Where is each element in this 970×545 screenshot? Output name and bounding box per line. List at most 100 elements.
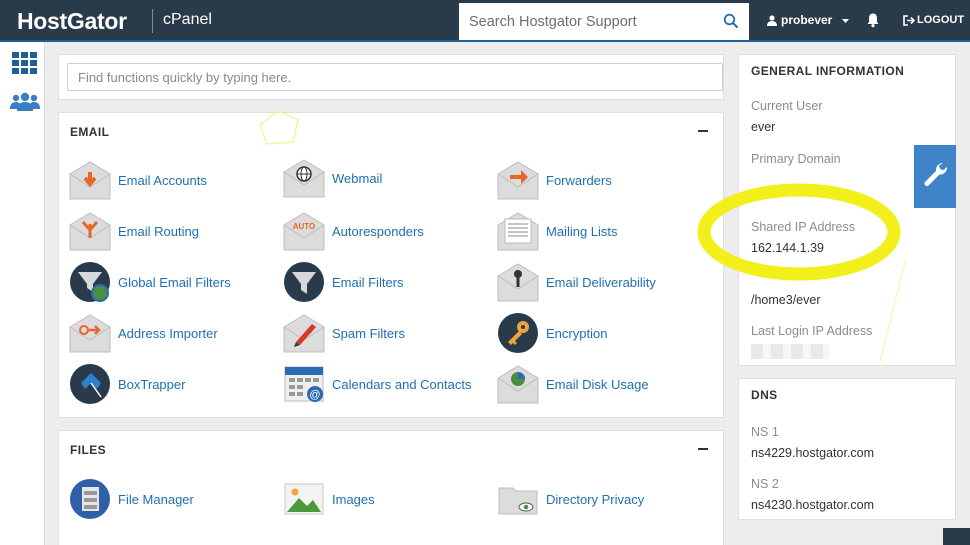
images-icon: [284, 483, 324, 515]
global-email-filters-label: Global Email Filters: [118, 274, 231, 290]
webmail-label: Webmail: [332, 170, 383, 186]
autoresponders-item[interactable]: AUTO Autoresponders: [283, 209, 493, 253]
files-section-title: FILES: [70, 443, 107, 457]
email-routing-item[interactable]: Email Routing: [69, 209, 279, 253]
encryption-icon: [498, 313, 538, 353]
ns1-value: ns4229.hostgator.com: [751, 446, 874, 460]
forwarders-icon: [497, 161, 539, 200]
email-panel: EMAIL Email Accounts Webmail Forwarders …: [58, 112, 724, 418]
caret-down-icon: [842, 19, 850, 23]
ns2-value: ns4230.hostgator.com: [751, 498, 874, 512]
boxtrapper-label: BoxTrapper: [118, 376, 186, 392]
current-user-label: Current User: [751, 99, 823, 113]
calendars-contacts-item[interactable]: @ Calendars and Contacts: [283, 362, 493, 406]
autoresponders-icon: AUTO: [283, 212, 325, 251]
support-search: [459, 3, 749, 40]
apps-grid-icon[interactable]: [12, 52, 37, 74]
file-manager-icon: [70, 479, 110, 519]
email-collapse-button[interactable]: [698, 130, 708, 132]
general-information-title: GENERAL INFORMATION: [751, 64, 905, 78]
email-accounts-icon: [69, 161, 111, 200]
boxtrapper-item[interactable]: BoxTrapper: [69, 362, 279, 406]
general-information-panel: GENERAL INFORMATION Current User ever Pr…: [738, 54, 956, 366]
email-disk-usage-item[interactable]: Email Disk Usage: [497, 362, 707, 406]
svg-text:@: @: [309, 389, 320, 401]
email-filters-icon: [284, 262, 324, 302]
logo-divider: [152, 9, 153, 33]
username: probever: [781, 13, 833, 27]
current-user-value: ever: [751, 120, 776, 134]
directory-privacy-icon: [498, 487, 538, 515]
email-deliverability-label: Email Deliverability: [546, 274, 656, 290]
user-icon: [767, 14, 777, 26]
files-panel: FILES File Manager Images Directory Priv…: [58, 430, 724, 545]
email-accounts-item[interactable]: Email Accounts: [69, 158, 279, 202]
logout-label: LOGOUT: [917, 14, 965, 26]
email-filters-label: Email Filters: [332, 274, 404, 290]
email-deliverability-item[interactable]: Email Deliverability: [497, 260, 707, 304]
users-icon[interactable]: [10, 92, 40, 112]
spam-filters-item[interactable]: Spam Filters: [283, 311, 493, 355]
hostgator-logo[interactable]: HostGator: [17, 8, 127, 35]
webmail-icon: [283, 159, 325, 198]
email-routing-icon: [69, 212, 111, 251]
tools-tab[interactable]: [914, 145, 956, 208]
last-login-ip-label: Last Login IP Address: [751, 324, 873, 338]
search-icon[interactable]: [723, 13, 739, 29]
shared-ip-value: 162.144.1.39: [751, 241, 824, 255]
email-filters-item[interactable]: Email Filters: [283, 260, 493, 304]
global-email-filters-item[interactable]: Global Email Filters: [69, 260, 279, 304]
auto-icon-text: AUTO: [293, 222, 316, 231]
ns1-label: NS 1: [751, 425, 779, 439]
corner-widget[interactable]: [943, 528, 970, 545]
webmail-item[interactable]: Webmail: [283, 156, 493, 200]
email-section-title: EMAIL: [70, 125, 110, 139]
spam-filters-label: Spam Filters: [332, 325, 405, 341]
address-importer-label: Address Importer: [118, 325, 218, 341]
address-importer-item[interactable]: Address Importer: [69, 311, 279, 355]
email-deliverability-icon: [497, 263, 539, 302]
forwarders-label: Forwarders: [546, 172, 612, 188]
product-name: cPanel: [163, 11, 212, 28]
logout-icon: [903, 14, 915, 26]
email-disk-usage-label: Email Disk Usage: [546, 376, 649, 392]
address-importer-icon: [69, 314, 111, 353]
quick-search-panel: [58, 54, 724, 100]
directory-privacy-label: Directory Privacy: [546, 491, 645, 507]
support-search-input[interactable]: [459, 3, 709, 40]
mailing-lists-item[interactable]: Mailing Lists: [497, 209, 707, 253]
ns2-label: NS 2: [751, 477, 779, 491]
shared-ip-label: Shared IP Address: [751, 220, 856, 234]
email-accounts-label: Email Accounts: [118, 172, 207, 188]
global-email-filters-icon: [70, 262, 110, 302]
calendars-contacts-icon: @: [284, 366, 324, 402]
boxtrapper-icon: [70, 364, 110, 404]
email-routing-label: Email Routing: [118, 223, 199, 239]
user-menu[interactable]: probever: [767, 13, 850, 27]
spam-filters-icon: [283, 314, 325, 353]
mailing-lists-label: Mailing Lists: [546, 223, 618, 239]
images-item[interactable]: Images: [283, 477, 493, 521]
encryption-item[interactable]: Encryption: [497, 311, 707, 355]
directory-privacy-item[interactable]: Directory Privacy: [497, 477, 707, 521]
dns-title: DNS: [751, 388, 778, 402]
encryption-label: Encryption: [546, 325, 608, 341]
top-bar: HostGator cPanel probever LOGOUT: [0, 0, 970, 42]
email-disk-usage-icon: [497, 365, 539, 404]
images-label: Images: [332, 491, 375, 507]
file-manager-label: File Manager: [118, 491, 194, 507]
left-rail: [0, 42, 45, 545]
files-collapse-button[interactable]: [698, 448, 708, 450]
quick-search-input[interactable]: [67, 63, 723, 91]
last-login-ip-redacted: [751, 344, 829, 359]
autoresponders-label: Autoresponders: [332, 223, 424, 239]
calendars-contacts-label: Calendars and Contacts: [332, 376, 472, 392]
primary-domain-label: Primary Domain: [751, 152, 841, 166]
bell-icon[interactable]: [865, 12, 881, 28]
wrench-icon: [924, 162, 948, 186]
forwarders-item[interactable]: Forwarders: [497, 158, 707, 202]
file-manager-item[interactable]: File Manager: [69, 477, 279, 521]
dns-panel: DNS NS 1 ns4229.hostgator.com NS 2 ns423…: [738, 378, 956, 520]
home-directory-value: /home3/ever: [751, 293, 821, 307]
logout-button[interactable]: LOGOUT: [903, 14, 964, 26]
